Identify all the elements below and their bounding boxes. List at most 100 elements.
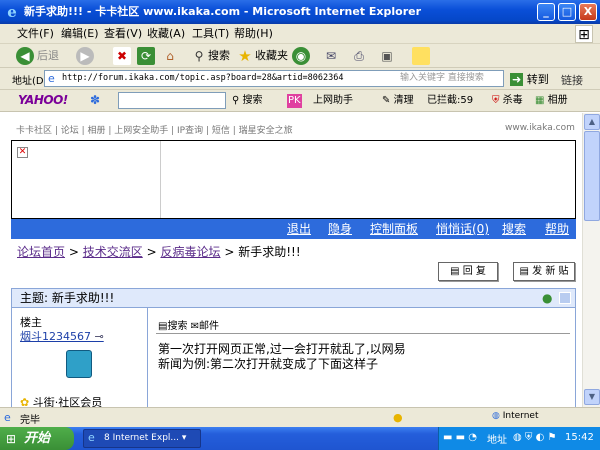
stop-icon[interactable]: ✖ xyxy=(113,47,131,65)
breadcrumb-separator: > xyxy=(68,245,79,259)
menu-edit[interactable]: 编辑(E) xyxy=(61,27,99,41)
broken-image-icon: ✕ xyxy=(17,147,28,158)
new-post-button[interactable]: ▤ 发 新 贴 xyxy=(513,262,575,281)
links-label[interactable]: 链接 xyxy=(561,72,583,88)
home-icon[interactable]: ⌂ xyxy=(161,47,179,65)
media-icon[interactable]: ◉ xyxy=(292,47,310,65)
assistant-button[interactable]: 上网助手 xyxy=(313,94,353,108)
reply-label: 回 复 xyxy=(462,266,486,277)
clean-label: 清理 xyxy=(393,95,414,106)
security-zone: ◍ Internet xyxy=(492,411,538,421)
refresh-icon[interactable]: ⟳ xyxy=(137,47,155,65)
breadcrumb-antivirus[interactable]: 反病毒论坛 xyxy=(160,245,220,259)
pk-icon[interactable]: PK xyxy=(287,94,302,108)
topic-collapse-icon[interactable] xyxy=(559,292,571,304)
status-bar: e 完毕 ● ◍ Internet xyxy=(0,407,600,427)
broom-icon: ✎ xyxy=(382,95,391,106)
mail-icon[interactable]: ✉ xyxy=(322,47,340,65)
post-body-line: 新闻为例:第二次打开就变成了下面这样子 xyxy=(158,357,379,371)
scroll-thumb[interactable] xyxy=(584,131,600,221)
nav-control-panel[interactable]: 控制面板 xyxy=(370,222,418,236)
blocked-counter[interactable]: 已拦截:59 xyxy=(427,94,473,108)
breadcrumb-forum-home[interactable]: 论坛首页 xyxy=(17,245,65,259)
edit-icon[interactable]: ▣ xyxy=(378,47,396,65)
scroll-up-icon[interactable]: ▲ xyxy=(584,114,600,130)
topic-header: 主题: 新手求助!!! ● xyxy=(11,288,576,308)
yahoo-search-input[interactable] xyxy=(118,92,226,109)
search-label[interactable]: 搜索 xyxy=(208,49,230,63)
vertical-scrollbar[interactable]: ▲ ▼ xyxy=(582,113,600,407)
messenger-icon[interactable] xyxy=(412,47,430,65)
nav-invisible[interactable]: 隐身 xyxy=(328,222,352,236)
title-bar: e 新手求助!!! - 卡卡社区 www.ikaka.com - Microso… xyxy=(0,0,600,24)
menu-file[interactable]: 文件(F) xyxy=(17,27,54,41)
album-icon: ▦ xyxy=(535,95,545,106)
ie-icon: e xyxy=(7,3,17,21)
address-search-hint: 输入关键字 直接搜索 xyxy=(400,73,484,83)
menu-tools[interactable]: 工具(T) xyxy=(192,27,229,41)
windows-flag-icon: ⊞ xyxy=(6,432,17,446)
banner-frame: ✕ xyxy=(11,140,576,219)
maximize-button[interactable]: □ xyxy=(558,3,576,21)
menu-bar: 文件(F) 编辑(E) 查看(V) 收藏(A) 工具(T) 帮助(H) ⊞ xyxy=(0,24,600,44)
nav-help[interactable]: 帮助 xyxy=(545,222,569,236)
page-content: 卡卡社区 | 论坛 | 相册 | 上网安全助手 | IP查询 | 短信 | 瑞星… xyxy=(0,113,582,407)
post-body: 第一次打开网页正常,过一会打开就乱了,以网易 新闻为例:第二次打开就变成了下面这… xyxy=(158,342,570,372)
post-rule xyxy=(156,333,570,334)
tray-status-icons[interactable]: ◍ ⛨ ◐ ⚑ xyxy=(513,432,556,443)
address-label: 地址(D) xyxy=(12,76,48,87)
reply-button[interactable]: ▤ 回 复 xyxy=(438,262,498,281)
nav-search[interactable]: 搜索 xyxy=(502,222,526,236)
start-label: 开始 xyxy=(24,431,51,446)
tray-address-label[interactable]: 地址 xyxy=(487,431,507,446)
clock: 15:42 xyxy=(565,432,594,443)
back-icon[interactable]: ◀ xyxy=(16,47,34,65)
scroll-down-icon[interactable]: ▼ xyxy=(584,389,600,405)
menu-help[interactable]: 帮助(H) xyxy=(234,27,273,41)
address-bar: 地址(D) e http://forum.ikaka.com/topic.asp… xyxy=(0,68,600,90)
security-zone-label: Internet xyxy=(502,411,539,421)
yahoo-logo[interactable]: YAHOO! xyxy=(18,93,68,107)
favorites-label[interactable]: 收藏夹 xyxy=(255,49,288,63)
topic-status-icon: ● xyxy=(542,291,553,305)
post-author[interactable]: 烟斗1234567 ⊸ xyxy=(20,328,104,344)
nav-private-messages[interactable]: 悄悄话(0) xyxy=(436,222,489,236)
user-rank-label: 斗街·社区会员 xyxy=(32,396,103,407)
post-search-button[interactable]: ▤搜索 xyxy=(158,321,187,332)
go-button[interactable]: ➜ 转到 xyxy=(510,71,549,87)
flower-icon[interactable]: ✽ xyxy=(90,93,100,107)
taskbar-ie-button[interactable]: 8 Internet Expl... ▾ xyxy=(83,429,201,448)
antivirus-button[interactable]: ⛨ 杀毒 xyxy=(492,94,523,108)
post-mail-button[interactable]: ✉邮件 xyxy=(191,321,219,332)
album-button[interactable]: ▦ 相册 xyxy=(535,94,568,108)
clean-button[interactable]: ✎ 清理 xyxy=(382,94,414,108)
site-url: www.ikaka.com xyxy=(505,123,575,133)
topic-title: 主题: 新手求助!!! xyxy=(20,291,115,305)
tray-icons[interactable]: ▬ ▬ ◔ xyxy=(443,432,477,443)
forum-nav-bar: 退出 隐身 控制面板 悄悄话(0) 搜索 帮助 xyxy=(11,219,576,239)
nav-logout[interactable]: 退出 xyxy=(287,222,311,236)
taskbar: 开始 ⊞ 8 Internet Expl... ▾ e ▬ ▬ ◔ 地址 ◍ ⛨… xyxy=(0,427,600,450)
back-label[interactable]: 后退 xyxy=(37,49,59,63)
magnifier-icon: ⚲ xyxy=(232,95,240,106)
breadcrumb-separator: > xyxy=(146,245,157,259)
breadcrumb-tech[interactable]: 技术交流区 xyxy=(83,245,143,259)
chevron-down-icon: ▾ xyxy=(181,433,187,443)
address-url[interactable]: http://forum.ikaka.com/topic.asp?board=2… xyxy=(62,72,343,85)
menu-favorites[interactable]: 收藏(A) xyxy=(147,27,185,41)
go-label: 转到 xyxy=(526,73,549,86)
post: 楼主 烟斗1234567 ⊸ ✿ 斗街·社区会员 ▤搜索 ✉邮件 第一次打开网页… xyxy=(11,308,576,407)
yahoo-toolbar: YAHOO! ✽ ⚲ 搜索 PK 上网助手 ✎ 清理 已拦截:59 ⛨ 杀毒 ▦… xyxy=(0,90,600,112)
post-search-label: 搜索 xyxy=(167,321,188,332)
yahoo-search-button[interactable]: ⚲ 搜索 xyxy=(232,94,263,108)
forward-icon[interactable]: ▶ xyxy=(76,47,94,65)
site-top-nav[interactable]: 卡卡社区 | 论坛 | 相册 | 上网安全助手 | IP查询 | 短信 | 瑞星… xyxy=(16,123,293,136)
minimize-button[interactable]: _ xyxy=(537,3,555,21)
close-button[interactable]: X xyxy=(579,3,597,21)
search-icon[interactable]: ⚲ xyxy=(190,47,208,65)
menu-view[interactable]: 查看(V) xyxy=(104,27,142,41)
window-title: 新手求助!!! - 卡卡社区 www.ikaka.com - Microsoft… xyxy=(24,5,422,18)
favorites-star-icon[interactable]: ★ xyxy=(236,47,254,65)
album-label: 相册 xyxy=(547,95,568,106)
print-icon[interactable]: ⎙ xyxy=(350,47,368,65)
